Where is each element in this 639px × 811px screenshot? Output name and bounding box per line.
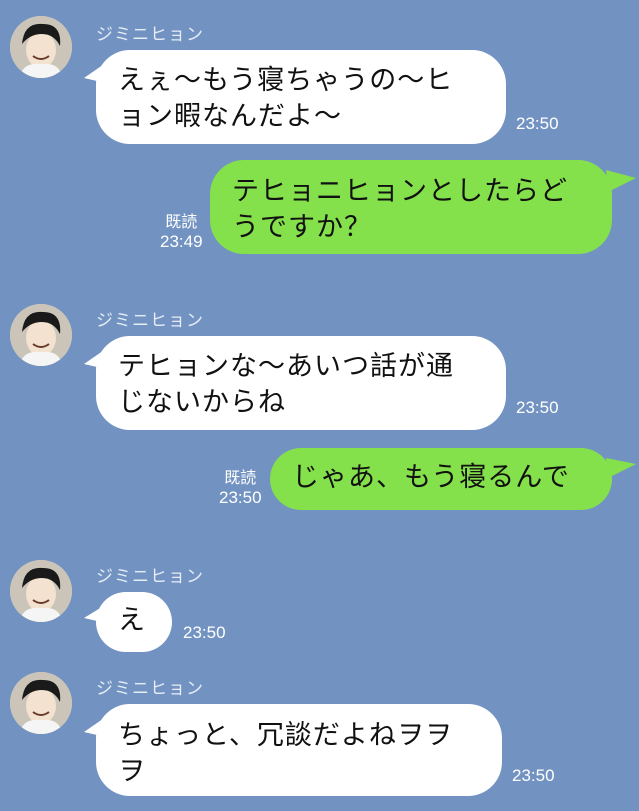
avatar[interactable] [10,304,72,366]
sender-name: ジミニヒョン [96,567,204,587]
read-receipt: 既読 23:49 [160,212,203,252]
message-text-line: えぇ〜もう寝ちゃうの〜ヒ [118,65,454,96]
message-text-line: テヒョンな〜あいつ話が通 [118,351,454,382]
message-text-line: うですか？ [232,212,372,243]
message-text-line: ヲ [118,756,146,787]
read-label: 既読 [165,212,198,231]
message-bubble[interactable]: じゃあ、もう寝るんで [270,448,612,510]
timestamp: 23:50 [183,623,226,642]
sender-name: ジミニヒョン [96,311,204,331]
timestamp: 23:50 [219,488,262,507]
read-label: 既読 [224,468,257,487]
sender-name: ジミニヒョン [96,25,204,45]
message-text: じゃあ、もう寝るんで [292,462,570,493]
timestamp: 23:49 [160,232,203,251]
message-text-line: ョン暇なんだよ〜 [118,101,342,132]
message-bubble[interactable]: ちょっと、冗談だよねヲヲ ヲ [96,704,502,796]
timestamp: 23:50 [512,766,555,785]
read-receipt: 既読 23:50 [219,468,262,508]
avatar[interactable] [10,16,72,78]
message-bubble[interactable]: テヒョニヒョンとしたらど うですか？ [210,160,612,254]
message-text-line: じないからね [118,387,286,418]
message-bubble[interactable]: テヒョンな〜あいつ話が通 じないからね [96,336,506,430]
message-text-line: ちょっと、冗談だよねヲヲ [118,720,453,751]
timestamp: 23:50 [516,114,559,133]
message-bubble[interactable]: え [96,592,172,652]
timestamp: 23:50 [516,398,559,417]
avatar[interactable] [10,560,72,622]
message-text-line: テヒョニヒョンとしたらど [232,176,568,207]
message-text: え [118,605,146,636]
sender-name: ジミニヒョン [96,679,204,699]
avatar[interactable] [10,672,72,734]
message-bubble[interactable]: えぇ〜もう寝ちゃうの〜ヒ ョン暇なんだよ〜 [96,50,506,144]
